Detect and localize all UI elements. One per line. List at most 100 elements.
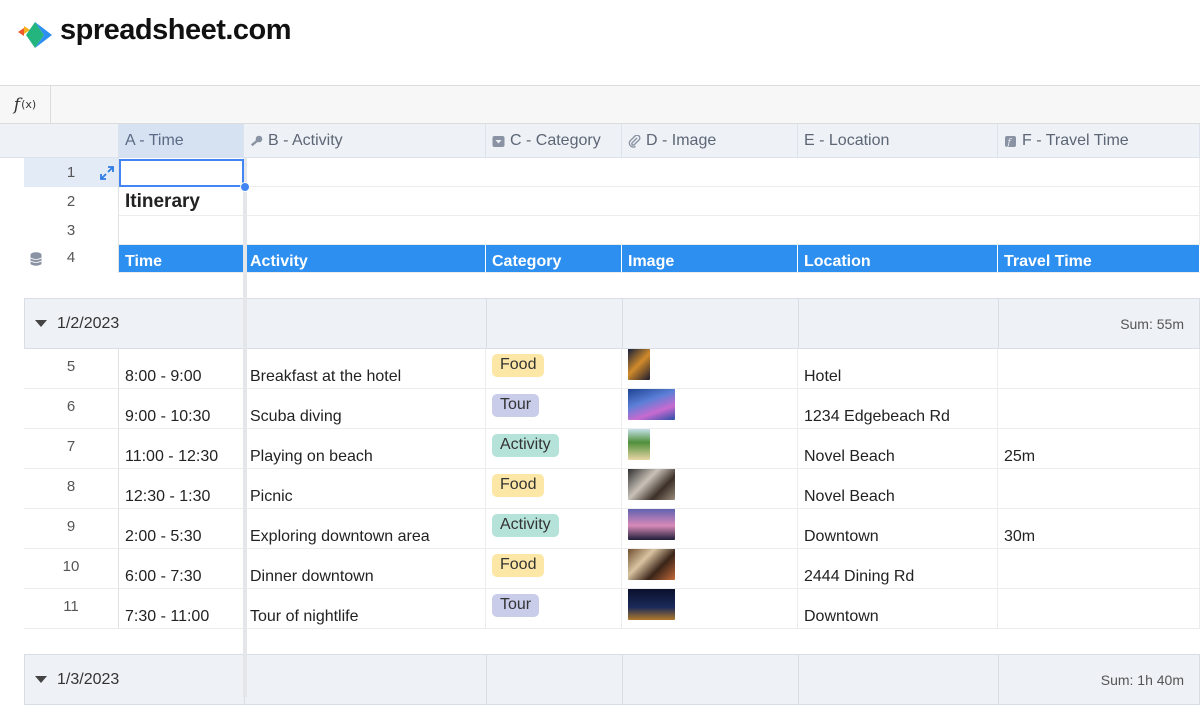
sheet-row-2[interactable]: 2 Itinerary (24, 187, 1200, 216)
column-header-f[interactable]: f F - Travel Time (998, 124, 1200, 158)
row-number[interactable]: 5 (24, 349, 119, 389)
cell-travel-time[interactable] (998, 469, 1200, 509)
table-row[interactable]: 9 2:00 - 5:30 Exploring downtown area Activ… (24, 509, 1200, 549)
cell-image[interactable] (622, 549, 798, 589)
row-number[interactable]: 11 (24, 589, 119, 629)
column-header-e[interactable]: E - Location (798, 124, 998, 158)
cell-activity[interactable]: Breakfast at the hotel (244, 349, 486, 389)
cell-category[interactable]: Food (486, 469, 622, 509)
frozen-column-divider[interactable] (243, 158, 247, 697)
cell-travel-time[interactable] (998, 549, 1200, 589)
activity-image-thumbnail[interactable] (628, 469, 675, 500)
column-header-c[interactable]: C - Category (486, 124, 622, 158)
cell-time[interactable]: 12:30 - 1:30 (119, 469, 244, 509)
row-number[interactable]: 2 (24, 187, 119, 216)
cell-b3-f3[interactable] (244, 216, 1200, 245)
activity-image-thumbnail[interactable] (628, 509, 675, 540)
cell-activity[interactable]: Exploring downtown area (244, 509, 486, 549)
cell-location[interactable]: Downtown (798, 589, 998, 629)
cell-category[interactable]: Food (486, 349, 622, 389)
table-row[interactable]: 11 7:30 - 11:00 Tour of nightlife Tour Downt… (24, 589, 1200, 629)
cell-travel-time[interactable] (998, 589, 1200, 629)
cell-time[interactable]: 11:00 - 12:30 (119, 429, 244, 469)
cell-b2-f2[interactable] (244, 187, 1200, 216)
sheet-row-3[interactable]: 3 (24, 216, 1200, 245)
corner-cell[interactable] (0, 124, 119, 158)
header-time[interactable]: Time (119, 245, 244, 273)
table-row[interactable]: 7 11:00 - 12:30 Playing on beach Activity No… (24, 429, 1200, 469)
header-location[interactable]: Location (798, 245, 998, 273)
header-image[interactable]: Image (622, 245, 798, 273)
fill-handle[interactable] (240, 182, 250, 192)
expand-row-icon[interactable] (100, 166, 114, 180)
sheet-title[interactable]: Itinerary (119, 187, 244, 216)
cell-activity[interactable]: Tour of nightlife (244, 589, 486, 629)
cell-location[interactable]: 2444 Dining Rd (798, 549, 998, 589)
cell-b1-f1[interactable] (244, 158, 1200, 187)
header-travel-time[interactable]: Travel Time (998, 245, 1200, 273)
header-activity[interactable]: Activity (244, 245, 486, 273)
table-row[interactable]: 8 12:30 - 1:30 Picnic Food Novel Beach (24, 469, 1200, 509)
category-tag[interactable]: Activity (492, 434, 559, 457)
category-tag[interactable]: Food (492, 474, 545, 497)
cell-location[interactable]: Downtown (798, 509, 998, 549)
row-number[interactable]: 7 (24, 429, 119, 469)
cell-time[interactable]: 8:00 - 9:00 (119, 349, 244, 389)
cell-activity[interactable]: Picnic (244, 469, 486, 509)
cell-image[interactable] (622, 389, 798, 429)
column-header-b[interactable]: B - Activity (244, 124, 486, 158)
cell-travel-time[interactable]: 30m (998, 509, 1200, 549)
header-category[interactable]: Category (486, 245, 622, 273)
cell-time[interactable]: 2:00 - 5:30 (119, 509, 244, 549)
table-row[interactable]: 10 6:00 - 7:30 Dinner downtown Food 2444 Din… (24, 549, 1200, 589)
function-icon[interactable]: f (x) (0, 86, 51, 123)
row-number[interactable]: 8 (24, 469, 119, 509)
cell-image[interactable] (622, 469, 798, 509)
cell-time[interactable]: 7:30 - 11:00 (119, 589, 244, 629)
activity-image-thumbnail[interactable] (628, 589, 675, 620)
table-row[interactable]: 6 9:00 - 10:30 Scuba diving Tour 1234 Edgebe… (24, 389, 1200, 429)
column-header-a[interactable]: A - Time (119, 124, 244, 158)
cell-location[interactable]: Novel Beach (798, 429, 998, 469)
category-tag[interactable]: Tour (492, 594, 540, 617)
row-number[interactable]: 4 (24, 245, 119, 273)
cell-location[interactable]: 1234 Edgebeach Rd (798, 389, 998, 429)
category-tag[interactable]: Food (492, 354, 545, 377)
row-number[interactable]: 1 (24, 158, 119, 187)
group-header[interactable]: 1/3/2023 Sum: 1h 40m (24, 654, 1200, 705)
activity-image-thumbnail[interactable] (628, 429, 650, 460)
activity-image-thumbnail[interactable] (628, 389, 675, 420)
row-number[interactable]: 10 (24, 549, 119, 589)
table-header-row[interactable]: 4 Time Activity Category Image Location … (24, 245, 1200, 273)
group-label-cell[interactable]: 1/2/2023 (25, 299, 245, 348)
cell-image[interactable] (622, 349, 798, 389)
spreadsheet-logo-icon[interactable] (18, 20, 52, 50)
cell-category[interactable]: Food (486, 549, 622, 589)
cell-travel-time[interactable]: 25m (998, 429, 1200, 469)
cell-image[interactable] (622, 429, 798, 469)
row-number[interactable]: 6 (24, 389, 119, 429)
cell-image[interactable] (622, 589, 798, 629)
cell-category[interactable]: Tour (486, 589, 622, 629)
cell-category[interactable]: Activity (486, 509, 622, 549)
cell-travel-time[interactable] (998, 349, 1200, 389)
collapse-triangle-icon[interactable] (35, 320, 47, 327)
cell-location[interactable]: Novel Beach (798, 469, 998, 509)
cell-activity[interactable]: Dinner downtown (244, 549, 486, 589)
group-header[interactable]: 1/2/2023 Sum: 55m (24, 298, 1200, 349)
cell-time[interactable]: 6:00 - 7:30 (119, 549, 244, 589)
row-number[interactable]: 9 (24, 509, 119, 549)
cell-a3[interactable] (119, 216, 244, 245)
row-number[interactable]: 3 (24, 216, 119, 245)
category-tag[interactable]: Food (492, 554, 545, 577)
cell-category[interactable]: Tour (486, 389, 622, 429)
category-tag[interactable]: Activity (492, 514, 559, 537)
collapse-triangle-icon[interactable] (35, 676, 47, 683)
cell-time[interactable]: 9:00 - 10:30 (119, 389, 244, 429)
brand-name[interactable]: spreadsheet.com (60, 14, 292, 47)
activity-image-thumbnail[interactable] (628, 349, 650, 380)
cell-activity[interactable]: Scuba diving (244, 389, 486, 429)
cell-location[interactable]: Hotel (798, 349, 998, 389)
cell-category[interactable]: Activity (486, 429, 622, 469)
cell-travel-time[interactable] (998, 389, 1200, 429)
